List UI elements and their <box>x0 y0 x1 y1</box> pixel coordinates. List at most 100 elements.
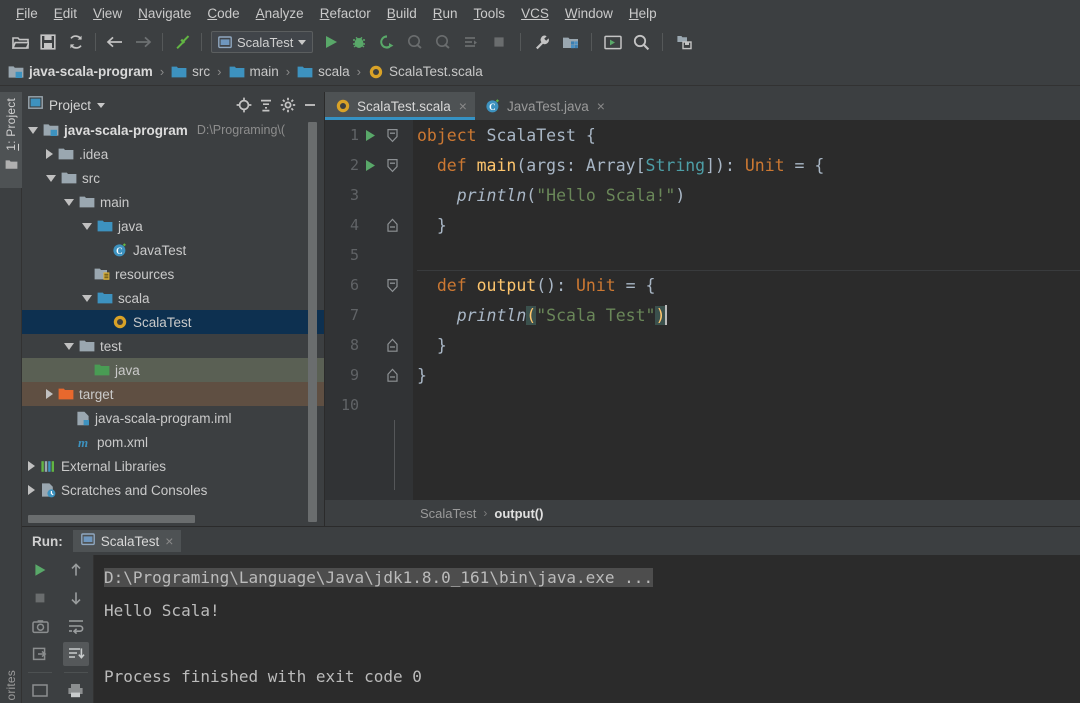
code-line-6[interactable]: 6 def output (): Unit = { <box>325 270 1080 300</box>
menu-item-window[interactable]: Window <box>557 4 621 23</box>
collapse-arrow-icon[interactable] <box>64 342 74 350</box>
run-panel-tab[interactable]: ScalaTest × <box>72 530 182 552</box>
settings-gear-icon[interactable] <box>278 95 298 115</box>
console-settings-icon[interactable] <box>27 679 53 703</box>
collapse-all-icon[interactable] <box>256 95 276 115</box>
print-icon[interactable] <box>63 679 89 703</box>
menu-item-help[interactable]: Help <box>621 4 665 23</box>
rerun-icon[interactable] <box>27 558 53 582</box>
code-line-4[interactable]: 4 } <box>325 210 1080 240</box>
tree-node-scalatest[interactable]: ScalaTest <box>22 310 324 334</box>
breadcrumb-current[interactable]: output() <box>494 506 543 521</box>
tree-node-java[interactable]: java <box>22 214 324 238</box>
collapse-arrow-icon[interactable] <box>64 198 74 206</box>
expand-arrow-icon[interactable] <box>46 149 53 159</box>
code-line-10[interactable]: 10 <box>325 390 1080 420</box>
code-line-1[interactable]: 1 object ScalaTest { <box>325 120 1080 150</box>
tree-node-external-libraries[interactable]: External Libraries <box>22 454 324 478</box>
run-gutter-icon[interactable] <box>359 129 381 142</box>
open-folder-icon[interactable] <box>7 30 33 54</box>
breadcrumb-item-java-scala-program[interactable]: java-scala-program <box>8 64 153 79</box>
menu-item-analyze[interactable]: Analyze <box>248 4 312 23</box>
collapse-arrow-icon[interactable] <box>82 222 92 230</box>
run-console-output[interactable]: D:\Programing\Language\Java\jdk1.8.0_161… <box>94 555 1080 703</box>
terminal-icon[interactable] <box>600 30 626 54</box>
editor-tab-javatest-java[interactable]: C JavaTest.java × <box>475 92 613 120</box>
sidebar-item-project[interactable]: 1: Project <box>0 92 22 188</box>
close-icon[interactable]: × <box>459 98 467 114</box>
tree-node-src[interactable]: src <box>22 166 324 190</box>
tree-node-main[interactable]: main <box>22 190 324 214</box>
tree-node--idea[interactable]: .idea <box>22 142 324 166</box>
gutter-line-1[interactable]: 1 <box>325 120 413 150</box>
code-line-5[interactable]: 5 <box>325 240 1080 270</box>
tree-node-java[interactable]: java <box>22 358 324 382</box>
gutter-line-3[interactable]: 3 <box>325 180 413 210</box>
code-line-3[interactable]: 3 println("Hello Scala!") <box>325 180 1080 210</box>
collapse-arrow-icon[interactable] <box>28 126 38 134</box>
project-structure-icon[interactable] <box>557 30 583 54</box>
collapse-arrow-icon[interactable] <box>82 294 92 302</box>
tree-node-javatest[interactable]: C JavaTest <box>22 238 324 262</box>
hide-panel-icon[interactable] <box>300 95 320 115</box>
tree-node-java-scala-program-iml[interactable]: java-scala-program.iml <box>22 406 324 430</box>
breadcrumb-parent[interactable]: ScalaTest <box>420 506 476 521</box>
run-with-coverage-icon[interactable] <box>374 30 400 54</box>
gutter-line-8[interactable]: 8 <box>325 330 413 360</box>
editor-tab-scalatest-scala[interactable]: ScalaTest.scala × <box>325 92 475 120</box>
expand-arrow-icon[interactable] <box>28 461 35 471</box>
gutter-line-6[interactable]: 6 <box>325 270 413 300</box>
update-project-icon[interactable] <box>671 30 697 54</box>
sidebar-item-favorites[interactable]: orites <box>0 653 22 703</box>
code-editor[interactable]: 1 object ScalaTest {2 def main (args: Arra… <box>325 120 1080 500</box>
scroll-down-icon[interactable] <box>63 586 89 610</box>
fold-marker-icon[interactable] <box>381 218 403 233</box>
code-line-2[interactable]: 2 def main (args: Array[String]): Unit = … <box>325 150 1080 180</box>
fold-marker-icon[interactable] <box>381 158 403 173</box>
gutter-line-7[interactable]: 7 <box>325 300 413 330</box>
breadcrumb-item-src[interactable]: src <box>171 64 210 79</box>
run-icon[interactable] <box>318 30 344 54</box>
gutter-line-5[interactable]: 5 <box>325 240 413 270</box>
tree-node-resources[interactable]: resources <box>22 262 324 286</box>
close-icon[interactable]: × <box>165 533 173 549</box>
fold-marker-icon[interactable] <box>381 128 403 143</box>
menu-item-code[interactable]: Code <box>199 4 247 23</box>
expand-arrow-icon[interactable] <box>46 389 53 399</box>
scroll-to-end-icon[interactable] <box>62 642 89 667</box>
menu-item-refactor[interactable]: Refactor <box>312 4 379 23</box>
breadcrumb-item-scala[interactable]: scala <box>297 64 350 79</box>
code-line-8[interactable]: 8 } <box>325 330 1080 360</box>
close-icon[interactable]: × <box>597 98 605 114</box>
gutter-line-2[interactable]: 2 <box>325 150 413 180</box>
screenshot-icon[interactable] <box>27 614 53 638</box>
menu-item-edit[interactable]: Edit <box>46 4 85 23</box>
tree-node-java-scala-program[interactable]: java-scala-program D:\Programing\( <box>22 118 324 142</box>
project-tree[interactable]: java-scala-program D:\Programing\(.idea sr… <box>22 118 324 512</box>
menu-item-vcs[interactable]: VCS <box>513 4 557 23</box>
code-line-7[interactable]: 7 println("Scala Test") <box>325 300 1080 330</box>
gutter-line-9[interactable]: 9 <box>325 360 413 390</box>
breadcrumb-item-scalatest-scala[interactable]: ScalaTest.scala <box>368 64 483 80</box>
tree-node-scratches-and-consoles[interactable]: Scratches and Consoles <box>22 478 324 502</box>
menu-item-run[interactable]: Run <box>425 4 466 23</box>
settings-wrench-icon[interactable] <box>529 30 555 54</box>
menu-item-file[interactable]: File <box>8 4 46 23</box>
chevron-down-icon[interactable] <box>97 102 106 108</box>
debug-icon[interactable] <box>346 30 372 54</box>
fold-marker-icon[interactable] <box>381 368 403 383</box>
menu-item-build[interactable]: Build <box>379 4 425 23</box>
back-arrow-icon[interactable] <box>102 30 128 54</box>
chevron-down-icon[interactable] <box>298 39 307 45</box>
menu-item-tools[interactable]: Tools <box>466 4 514 23</box>
build-hammer-icon[interactable] <box>169 30 195 54</box>
menu-item-view[interactable]: View <box>85 4 130 23</box>
code-line-9[interactable]: 9} <box>325 360 1080 390</box>
search-everywhere-icon[interactable] <box>628 30 654 54</box>
sync-icon[interactable] <box>63 30 89 54</box>
tree-node-pom-xml[interactable]: m pom.xml <box>22 430 324 454</box>
export-icon[interactable] <box>27 642 53 666</box>
tree-node-target[interactable]: target <box>22 382 324 406</box>
locate-target-icon[interactable] <box>234 95 254 115</box>
project-scrollbar-thumb[interactable] <box>308 122 317 522</box>
